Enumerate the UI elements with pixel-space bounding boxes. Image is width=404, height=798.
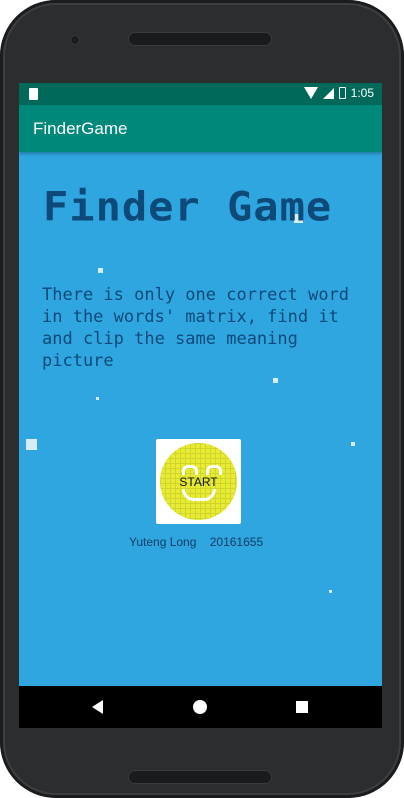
app-title: FinderGame bbox=[33, 119, 128, 138]
start-button-label: START bbox=[179, 474, 218, 489]
device-screen: 1:05 FinderGame Finder Game There is onl… bbox=[19, 83, 382, 728]
snow-particle bbox=[26, 439, 37, 450]
bottom-speaker bbox=[128, 770, 272, 784]
top-speaker bbox=[128, 32, 272, 46]
sim-icon bbox=[29, 88, 38, 100]
recents-icon[interactable] bbox=[296, 701, 308, 713]
left-eye bbox=[182, 465, 198, 475]
snow-particle bbox=[96, 397, 99, 400]
back-icon[interactable] bbox=[92, 700, 103, 714]
status-icons: 1:05 bbox=[303, 86, 374, 100]
right-eye bbox=[206, 465, 222, 475]
app-bar: FinderGame bbox=[19, 105, 382, 152]
snow-particle bbox=[351, 442, 355, 446]
status-time: 1:05 bbox=[350, 86, 374, 100]
snow-particle bbox=[273, 378, 278, 383]
instructions-text: There is only one correct word in the wo… bbox=[42, 285, 350, 371]
author-credit: Yuteng Long 20161655 bbox=[129, 535, 264, 549]
snow-particle bbox=[329, 590, 332, 593]
status-bar: 1:05 bbox=[19, 83, 382, 105]
home-icon[interactable] bbox=[193, 700, 207, 714]
phone-frame: 1:05 FinderGame Finder Game There is onl… bbox=[0, 0, 404, 798]
signal-icon bbox=[322, 87, 334, 99]
battery-icon bbox=[338, 87, 346, 99]
start-button[interactable]: START bbox=[156, 439, 241, 524]
smile-mouth bbox=[182, 489, 216, 501]
navigation-bar bbox=[19, 686, 382, 728]
snow-particle bbox=[98, 268, 103, 273]
wifi-icon bbox=[303, 87, 318, 99]
game-title: Finder Game bbox=[43, 183, 333, 230]
main-content: Finder Game There is only one correct wo… bbox=[19, 152, 382, 686]
front-camera bbox=[70, 35, 80, 45]
